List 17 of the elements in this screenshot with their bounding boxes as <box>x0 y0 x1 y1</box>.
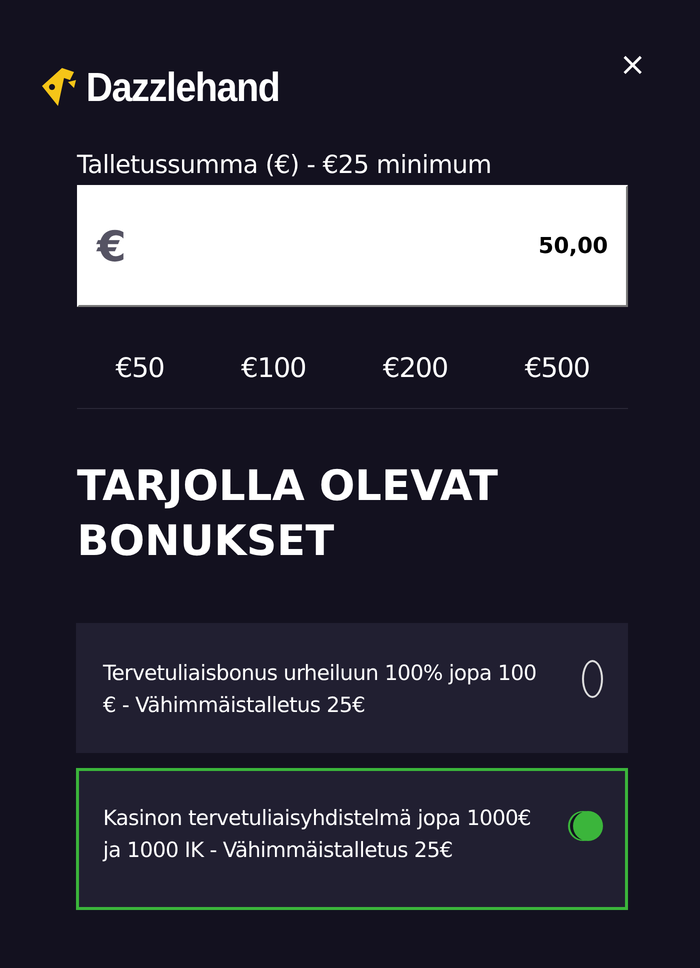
section-title: TARJOLLA OLEVAT BONUKSET <box>77 460 499 567</box>
logo-text: Dazzlehand <box>86 64 280 112</box>
bonus-text: Kasinon tervetuliaisyhdistelmä jopa 1000€ ja 1000 IK - Vähimmäistalletus 25€ <box>103 805 532 864</box>
radio-button[interactable] <box>573 811 603 841</box>
amount-button[interactable]: €50 <box>108 347 172 390</box>
bonus-text: Tervetuliaisbonus urheiluun 100% jopa 100 € - Vähimmäistalletus 25€ <box>103 660 538 720</box>
bonus-option[interactable]: Tervetuliaisbonus urheiluun 100% jopa 100 € - Vähimmäistalletus 25€ <box>76 623 628 753</box>
amount-field[interactable]: € 50,00 <box>77 185 628 307</box>
bonus-option[interactable]: Kasinon tervetuliaisyhdistelmä jopa 1000€ ja 1000 IK - Vähimmäistalletus 25€ <box>76 768 628 910</box>
amount-button[interactable]: €500 <box>516 347 598 390</box>
amount-value: 50,00 <box>537 234 608 258</box>
amount-button[interactable]: €100 <box>233 347 314 390</box>
close-button[interactable]: × <box>615 48 650 80</box>
currency-symbol: € <box>97 222 126 270</box>
deposit-label: Talletussumma (€) - €25 minimum <box>77 150 492 179</box>
radio-button[interactable] <box>582 660 603 698</box>
amount-button[interactable]: €200 <box>374 347 456 390</box>
